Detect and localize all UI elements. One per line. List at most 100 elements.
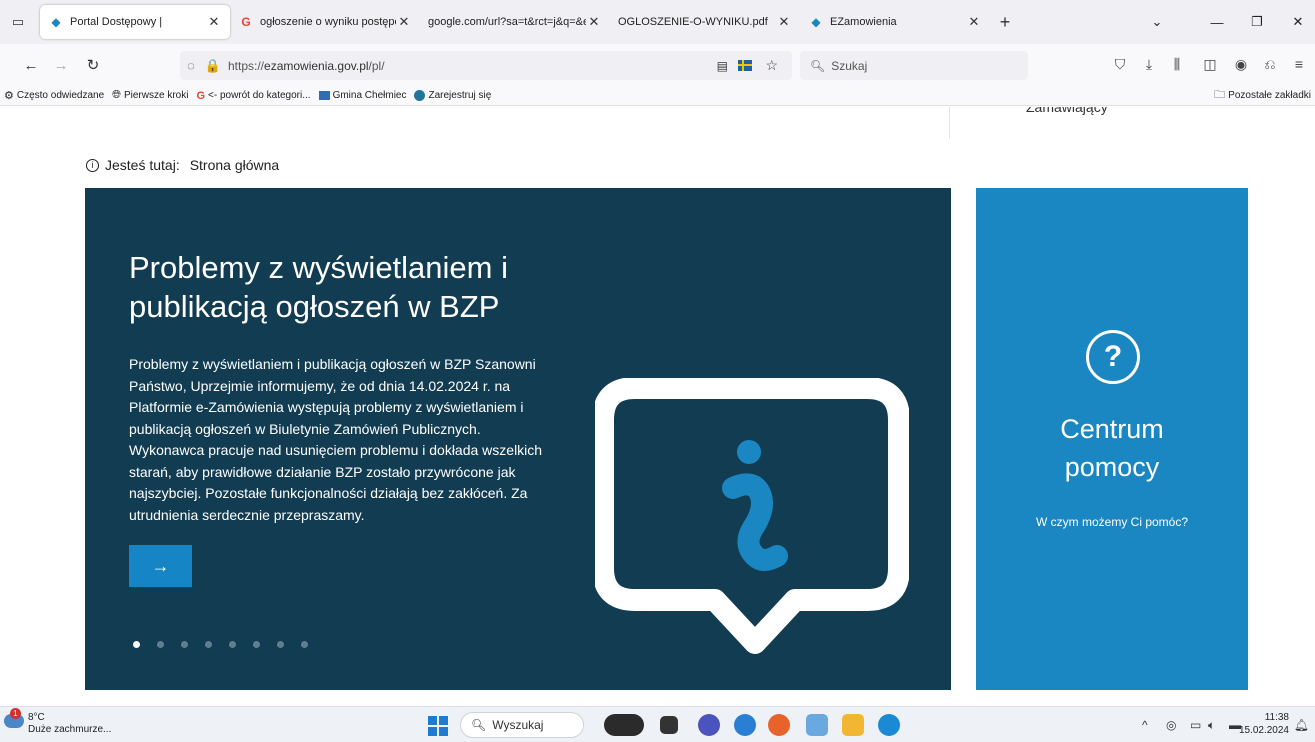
date: 15.02.2024 (1238, 725, 1289, 736)
chevron-up-icon[interactable]: ^ (1142, 718, 1148, 732)
folder-icon: 🗀 (1214, 89, 1226, 101)
breadcrumb-current[interactable]: Strona główna (190, 157, 280, 173)
app-tray-icon[interactable]: ◎ (1166, 718, 1176, 732)
tab-pdf[interactable]: OGLOSZENIE-O-WYNIKU.pdf ✕ (610, 5, 800, 39)
windows-taskbar: 1 8°C Duże zachmurze... 🔍︎ Wyszukaj ^ ◎ … (0, 706, 1315, 742)
account-icon[interactable]: ◉ (1231, 56, 1251, 73)
help-subtitle: W czym możemy Ci pomóc? (1035, 515, 1189, 529)
firefox-app-icon[interactable] (768, 714, 790, 736)
carousel-dot[interactable] (157, 641, 164, 648)
tab-portal-dostepowy[interactable]: ◆ Portal Dostępowy | ✕ (40, 5, 230, 39)
gear-icon: ⚙ (4, 90, 14, 102)
taskbar-search-label: Wyszukaj (492, 718, 544, 732)
tab-title: ogłoszenie o wyniku postępow (260, 16, 396, 28)
new-tab-button[interactable]: + (990, 12, 1020, 33)
close-tab-icon[interactable]: ✕ (206, 14, 222, 30)
reader-view-icon[interactable]: ▤ (717, 59, 728, 73)
breadcrumb: i Jesteś tutaj: Strona główna (86, 157, 279, 173)
tab-ezamowienia[interactable]: ◆ EZamowienia ✕ (800, 5, 990, 39)
tab-ogloszenie[interactable]: G ogłoszenie o wyniku postępow ✕ (230, 5, 420, 39)
search-placeholder: Szukaj (831, 58, 868, 73)
wordpress-icon (414, 90, 426, 101)
bookmark-label: Pozostałe zakładki (1228, 90, 1311, 101)
app-icon[interactable] (734, 714, 756, 736)
back-button[interactable]: ← (18, 50, 44, 80)
ezamowienia-favicon-icon: ◆ (51, 15, 61, 29)
carousel-dot[interactable] (205, 641, 212, 648)
temperature: 8°C (28, 712, 45, 723)
volume-icon[interactable]: 🔈︎ (1208, 718, 1215, 733)
ezamowienia-favicon-icon: ◆ (811, 15, 821, 29)
windows-start-button[interactable] (428, 716, 448, 736)
forward-button[interactable]: → (48, 50, 74, 80)
time: 11:38 (1264, 712, 1289, 723)
list-all-tabs-button[interactable]: ▭ (0, 0, 36, 44)
nav-item-zamawiajacy[interactable]: Zamawiający (1026, 107, 1108, 115)
close-window-button[interactable]: ✕ (1281, 0, 1315, 44)
bookmark-zarejestruj[interactable]: Zarejestruj się (414, 90, 491, 101)
file-explorer-icon[interactable] (842, 714, 864, 736)
carousel-dot[interactable] (133, 641, 140, 648)
carousel-dot[interactable] (277, 641, 284, 648)
carousel-dot[interactable] (229, 641, 236, 648)
minimize-button[interactable]: — (1200, 0, 1234, 44)
bookmark-other[interactable]: 🗀 Pozostałe zakładki (1214, 86, 1311, 105)
library-icon[interactable]: ⫼ (1167, 56, 1187, 73)
bookmark-czesto-odwiedzane[interactable]: ⚙ Często odwiedzane (4, 89, 104, 102)
close-tab-icon[interactable]: ✕ (966, 14, 982, 30)
google-favicon-icon: G (241, 15, 251, 29)
extensions-icon[interactable]: ⎌ (1260, 56, 1280, 73)
menu-icon[interactable]: ≡ (1289, 56, 1309, 72)
notification-bell-icon[interactable]: 🔔︎ (1294, 718, 1309, 732)
carousel-dot[interactable] (181, 641, 188, 648)
sidebar-icon[interactable]: ◫ (1200, 56, 1220, 73)
carousel-dot[interactable] (253, 641, 260, 648)
banner-body: Problemy z wyświetlaniem i publikacją og… (129, 356, 543, 523)
banner-next-button[interactable]: → (129, 545, 192, 587)
download-icon[interactable]: ⤓ (1139, 56, 1159, 73)
web-page: Zamawiający i Jesteś tutaj: Strona główn… (0, 107, 1315, 690)
browser-tab-strip: ▭ ◆ Portal Dostępowy | ✕ G ogłoszenie o … (0, 0, 1315, 44)
weather-description: Duże zachmurze... (28, 724, 112, 735)
bookmark-gmina-chelmiec[interactable]: Gmina Chełmiec (318, 90, 406, 101)
breadcrumb-label: Jesteś tutaj: (105, 157, 180, 173)
search-bar[interactable]: 🔍︎ Szukaj (800, 51, 1028, 80)
help-title: Centrum pomocy (1060, 414, 1164, 482)
swedish-flag-icon[interactable] (738, 60, 752, 71)
photos-app-icon[interactable] (806, 714, 828, 736)
bookmark-powrot[interactable]: G <- powrót do kategori... (196, 90, 310, 102)
close-tab-icon[interactable]: ✕ (396, 14, 412, 30)
close-tab-icon[interactable]: ✕ (776, 14, 792, 30)
weather-widget[interactable]: 1 8°C Duże zachmurze... (4, 708, 112, 736)
network-icon[interactable]: ▭ (1190, 718, 1201, 732)
teams-app-icon[interactable] (698, 714, 720, 736)
banner-title: Problemy z wyświetlaniem i publikacją og… (129, 250, 508, 324)
bookmark-pierwsze-kroki[interactable]: 🌐︎ Pierwsze kroki (112, 89, 188, 102)
task-view-icon[interactable] (660, 716, 678, 734)
globe-icon: 🌐︎ (112, 89, 121, 101)
reload-button[interactable]: ↻ (80, 50, 106, 80)
copilot-app-icon[interactable] (604, 714, 644, 736)
restore-button[interactable]: ❐ (1240, 0, 1274, 44)
bookmark-label: Zarejestruj się (428, 90, 492, 101)
clock[interactable]: 11:38 15.02.2024 (1239, 711, 1289, 737)
carousel-dot[interactable] (301, 641, 308, 648)
bookmark-label: Często odwiedzane (16, 90, 105, 101)
tab-google-url[interactable]: google.com/url?sa=t&rct=j&q=&e ✕ (420, 5, 610, 39)
notification-badge: 1 (10, 708, 21, 719)
bookmark-label: Pierwsze kroki (123, 90, 189, 101)
taskbar-search[interactable]: 🔍︎ Wyszukaj (460, 712, 584, 738)
divider (949, 107, 950, 139)
tab-title: Portal Dostępowy | (70, 16, 163, 28)
bookmark-label: <- powrót do kategori... (208, 90, 311, 101)
pocket-icon[interactable]: ⛉ (1110, 56, 1130, 73)
bookmark-star-icon[interactable]: ☆ (765, 57, 778, 74)
search-icon: 🔍︎ (471, 718, 487, 732)
navigation-toolbar: ← → ↻ ◌ 🔒 https://ezamowienia.gov.pl/pl/… (0, 44, 1315, 86)
search-icon: 🔍︎ (810, 58, 826, 73)
url-bar[interactable]: ◌ 🔒 https://ezamowienia.gov.pl/pl/ ▤ ☆ (180, 51, 792, 80)
close-tab-icon[interactable]: ✕ (586, 14, 602, 30)
chevron-down-icon[interactable]: ⌄ (1140, 0, 1174, 44)
edge-app-icon[interactable] (878, 714, 900, 736)
help-center-card[interactable]: ? Centrum pomocy W czym możemy Ci pomóc? (976, 188, 1248, 690)
